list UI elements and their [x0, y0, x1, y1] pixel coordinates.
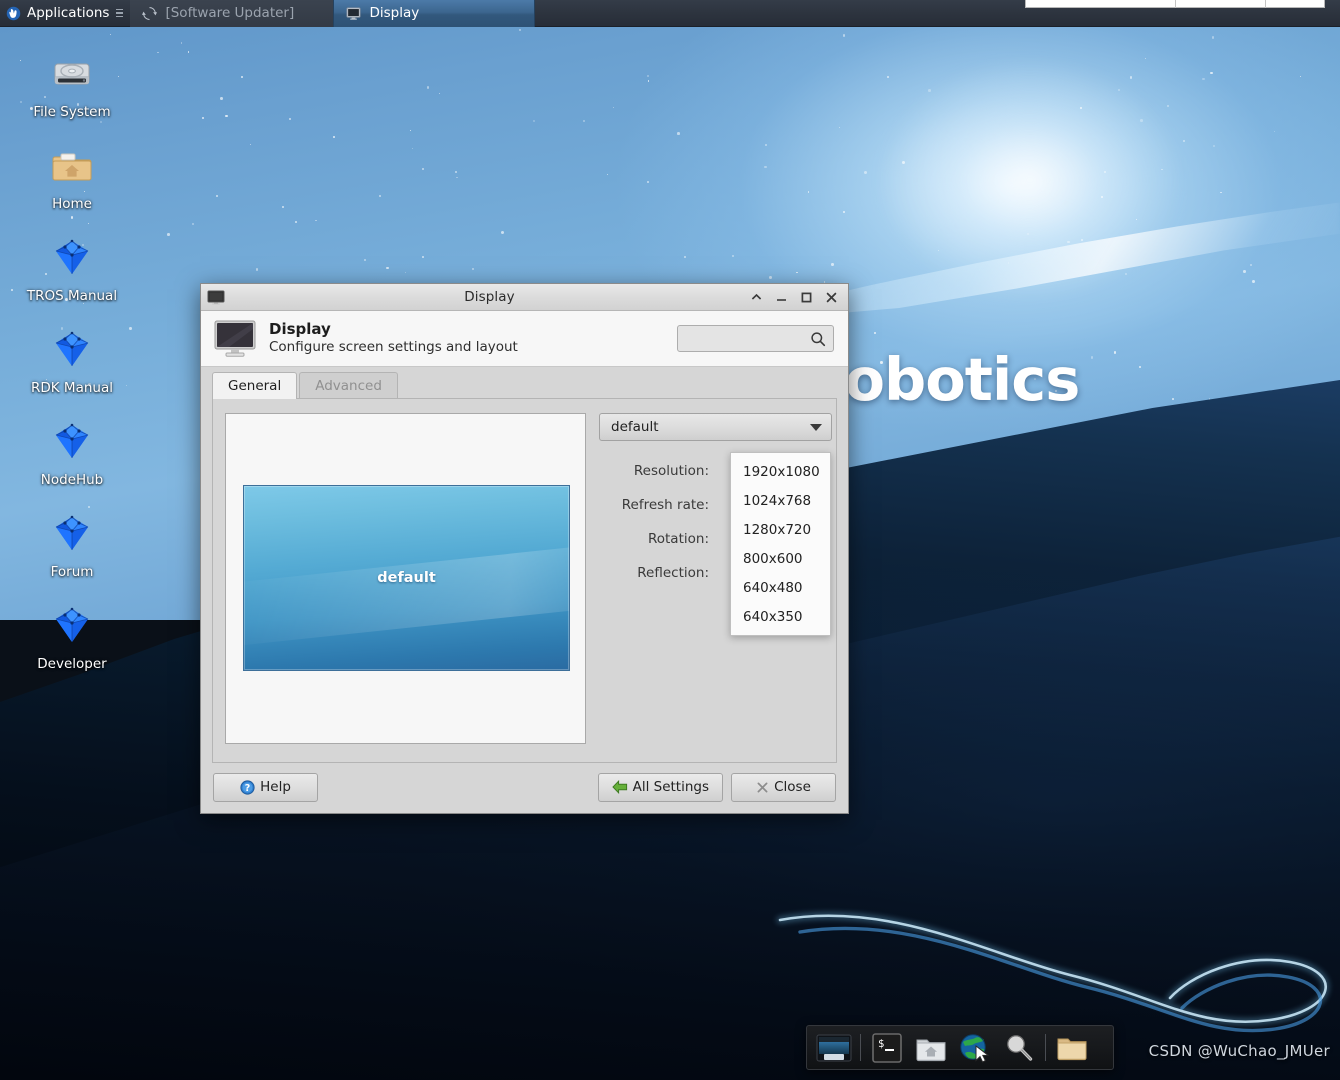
shade-button[interactable] [750, 291, 763, 304]
desktop-icon-label: RDK Manual [31, 380, 113, 396]
field-label-rotation: Rotation: [647, 531, 709, 547]
dock-separator [860, 1034, 861, 1061]
window-controls [750, 291, 844, 304]
web-browser-icon[interactable] [954, 1029, 996, 1067]
desktop-icon-nodehub[interactable]: NodeHub [0, 418, 144, 488]
window-title: Display [464, 289, 515, 305]
desktop-icon-label: Developer [37, 656, 107, 672]
dock-separator [1045, 1034, 1046, 1061]
file-manager-icon[interactable] [1051, 1029, 1093, 1067]
tab-label: Advanced [315, 378, 382, 394]
resolution-option[interactable]: 640x350 [731, 602, 830, 631]
home-folder-icon[interactable] [910, 1029, 952, 1067]
search-input[interactable] [677, 325, 834, 352]
resolution-dropdown-menu[interactable]: 1920x1080 1024x768 1280x720 800x600 640x… [730, 452, 831, 636]
svg-text:?: ? [245, 783, 251, 794]
help-button-label: Help [260, 779, 291, 795]
close-dialog-button-label: Close [774, 779, 811, 795]
desktop-icon-label: File System [33, 104, 111, 120]
desktop-icon-forum[interactable]: Forum [0, 510, 144, 580]
desktop-icon-label: Forum [50, 564, 94, 580]
maximize-button[interactable] [800, 291, 813, 304]
desktop-icon-grid: File System Home TROS Manual RDK Manual … [0, 30, 150, 694]
mouse-cursor-icon [6, 6, 21, 20]
dialog-title: Display [269, 320, 331, 339]
monitor-icon [347, 6, 361, 20]
resolution-option[interactable]: 1920x1080 [731, 457, 830, 486]
back-arrow-icon [611, 780, 627, 794]
bottom-dock: $ [806, 1025, 1114, 1070]
resolution-option[interactable]: 640x480 [731, 573, 830, 602]
window-titlebar[interactable]: Display [201, 284, 848, 311]
tab-panel-general: default default Resolution: Refresh rate… [212, 398, 837, 763]
blue-gem-icon [48, 418, 96, 466]
monitor-icon [207, 290, 225, 304]
panel-right-overflow [1015, 0, 1340, 10]
desktop-icon-tros-manual[interactable]: TROS Manual [0, 234, 144, 304]
dialog-footer: ? Help All Settings Close [201, 761, 848, 813]
blue-gem-icon [48, 602, 96, 650]
resolution-option[interactable]: 800x600 [731, 544, 830, 573]
help-button[interactable]: ? Help [213, 772, 318, 802]
task-button-software-updater[interactable]: [Software Updater] [130, 0, 334, 27]
blue-gem-icon [48, 234, 96, 282]
tab-label: General [228, 378, 282, 394]
all-settings-button-label: All Settings [632, 779, 709, 795]
desktop-icon-home[interactable]: Home [0, 142, 144, 212]
field-label-refresh-rate: Refresh rate: [621, 497, 709, 513]
monitor-icon [214, 320, 256, 357]
show-desktop-icon[interactable] [813, 1029, 855, 1067]
tab-general[interactable]: General [212, 372, 298, 399]
close-button[interactable] [825, 291, 838, 304]
display-select[interactable]: default [599, 413, 832, 441]
tab-strip: General Advanced [201, 367, 848, 399]
task-button-label: [Software Updater] [165, 5, 295, 21]
desktop-icon-label: NodeHub [40, 472, 104, 488]
search-icon [811, 331, 826, 346]
desktop-icon-file-system[interactable]: File System [0, 50, 144, 120]
monitor-preview-default[interactable]: default [243, 485, 570, 671]
minimize-button[interactable] [775, 291, 788, 304]
home-folder-icon [48, 142, 96, 190]
close-dialog-button[interactable]: Close [731, 772, 836, 802]
grip-handle-icon[interactable] [116, 6, 124, 21]
watermark-text: CSDN @WuChao_JMUer [1148, 1042, 1330, 1060]
display-select-value: default [611, 419, 659, 435]
svg-text:$: $ [878, 1038, 884, 1050]
resolution-option[interactable]: 1280x720 [731, 515, 830, 544]
all-settings-button[interactable]: All Settings [597, 772, 723, 802]
chevron-down-icon [810, 423, 822, 431]
desktop-icon-rdk-manual[interactable]: RDK Manual [0, 326, 144, 396]
field-label-reflection: Reflection: [637, 565, 709, 581]
monitor-preview-pane[interactable]: default [225, 413, 586, 744]
close-x-icon [757, 782, 768, 792]
dialog-header: Display Configure screen settings and la… [201, 311, 848, 367]
magnifier-icon[interactable] [998, 1029, 1040, 1067]
task-button-label: Display [369, 5, 420, 21]
desktop-icon-label: TROS Manual [26, 288, 118, 304]
display-settings-window: Display Display Configure screen setting… [200, 283, 849, 814]
desktop-icon-developer[interactable]: Developer [0, 602, 144, 672]
top-panel: Applications [Software Updater] Display [0, 0, 1340, 27]
blue-gem-icon [48, 510, 96, 558]
blue-gem-icon [48, 326, 96, 374]
tab-advanced[interactable]: Advanced [299, 372, 398, 399]
dialog-subtitle: Configure screen settings and layout [269, 339, 518, 356]
monitor-preview-label: default [377, 570, 436, 586]
field-label-resolution: Resolution: [633, 463, 709, 479]
terminal-icon[interactable]: $ [866, 1029, 908, 1067]
task-button-display[interactable]: Display [333, 0, 536, 27]
resolution-option[interactable]: 1024x768 [731, 486, 830, 515]
monitor-preview-sheen [244, 541, 569, 648]
applications-menu-button[interactable]: Applications [0, 0, 130, 26]
help-circle-icon: ? [240, 779, 255, 795]
settings-pane: default Resolution: Refresh rate: Rotati… [599, 413, 849, 636]
software-update-icon [142, 6, 158, 20]
hard-disk-icon [48, 50, 96, 98]
applications-menu-label: Applications [27, 5, 110, 21]
desktop-icon-label: Home [52, 196, 92, 212]
